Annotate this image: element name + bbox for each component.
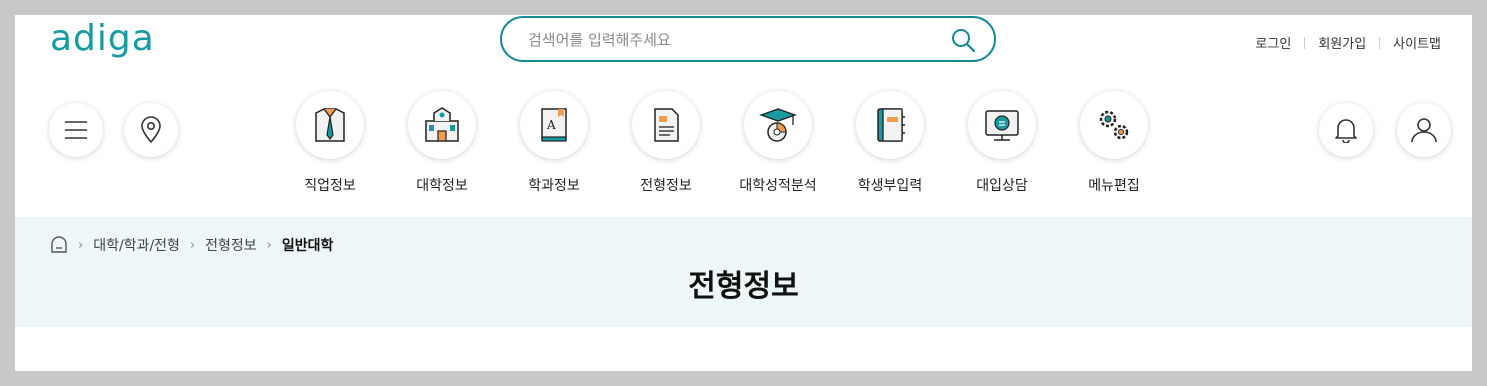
menu-item-grade-analysis[interactable]: 대학성적분석 [723,91,833,195]
search-input[interactable]: 검색어를 입력해주세요 [528,18,671,62]
signup-link[interactable]: 회원가입 [1318,33,1366,52]
breadcrumb-current: 일반대학 [281,238,334,254]
menu-icon-circle [744,91,812,159]
book-icon: A [541,108,567,142]
user-icon [1411,118,1437,143]
university-building-icon [425,107,459,142]
chevron-right-icon: › [78,237,84,253]
document-icon [654,108,679,142]
menu-label: 전형정보 [640,178,692,194]
map-pin-icon [141,116,161,144]
menu-icon-circle [408,91,476,159]
hamburger-menu-button[interactable] [49,103,103,157]
menu-icon-circle: A [520,91,588,159]
menu-item-university-info[interactable]: 대학정보 [387,91,497,195]
hamburger-icon [65,121,87,139]
login-link[interactable]: 로그인 [1255,33,1291,52]
menu-item-major-info[interactable]: A 학과정보 [499,91,609,195]
chevron-right-icon: › [189,237,196,253]
search-box[interactable]: 검색어를 입력해주세요 [500,16,996,62]
page-frame: adiga 검색어를 입력해주세요 로그인 회원가입 사이트맵 직업정보 대학정… [15,15,1472,371]
notebook-icon [877,108,905,142]
adiga-logo[interactable]: adiga [50,19,155,59]
divider [1304,36,1306,49]
sitemap-link[interactable]: 사이트맵 [1393,33,1441,52]
menu-icon-circle [856,91,924,159]
menu-label: 학생부입력 [857,178,923,194]
divider [1379,36,1381,49]
menu-icon-circle [632,91,700,159]
menu-label: 대학정보 [416,178,468,194]
menu-label: 직업정보 [304,178,356,194]
menu-item-counseling[interactable]: 대입상담 [947,91,1057,195]
menu-item-admission-info[interactable]: 전형정보 [611,91,721,195]
counseling-monitor-icon [985,110,1019,141]
notification-button[interactable] [1319,103,1373,157]
menu-label: 학과정보 [528,178,580,194]
home-icon[interactable] [50,236,68,254]
page-header-banner: › 대학/학과/전형 › 전형정보 › 일반대학 전형정보 [15,217,1472,327]
breadcrumb: › 대학/학과/전형 › 전형정보 › 일반대학 [50,235,333,255]
breadcrumb-item[interactable]: 전형정보 [205,235,257,255]
menu-icon-circle [296,91,364,159]
menu-label: 메뉴편집 [1088,178,1140,194]
graduation-chart-icon [759,108,797,142]
svg-text:A: A [546,118,556,132]
user-button[interactable] [1397,103,1451,157]
chevron-right-icon: › [266,237,272,253]
menu-icon-circle [968,91,1036,159]
page-title: 전형정보 [688,269,799,304]
menu-item-record-input[interactable]: 학생부입력 [835,91,945,195]
menu-icon-circle [1080,91,1148,159]
menu-item-job-info[interactable]: 직업정보 [275,91,385,195]
location-button[interactable] [124,103,178,157]
menu-label: 대학성적분석 [739,178,817,194]
breadcrumb-item[interactable]: 대학/학과/전형 [93,235,180,255]
menu-label: 대입상담 [976,178,1028,194]
top-links: 로그인 회원가입 사이트맵 [1255,33,1441,52]
menu-item-menu-edit[interactable]: 메뉴편집 [1059,91,1169,195]
bell-icon [1335,119,1357,143]
search-icon[interactable] [950,27,976,53]
gears-icon [1099,110,1129,140]
shirt-tie-icon [315,108,345,142]
